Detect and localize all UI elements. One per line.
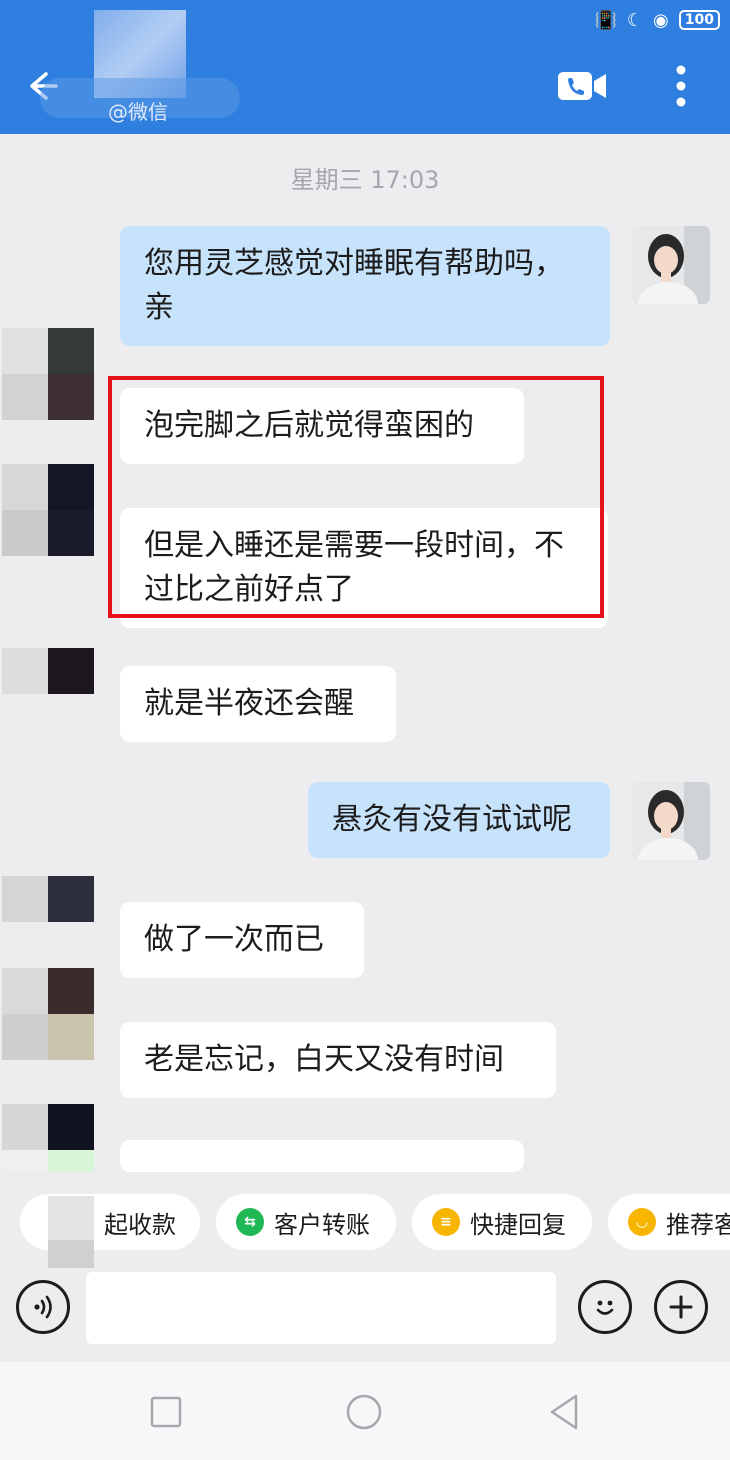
message-text: 悬灸有没有试试呢 bbox=[332, 802, 572, 837]
quick-reply-icon: ≡ bbox=[432, 1208, 460, 1236]
contact-source-label: @微信 bbox=[108, 100, 168, 124]
self-avatar[interactable] bbox=[632, 226, 710, 304]
moon-icon: ☾ bbox=[626, 9, 644, 31]
chip-label: 起收款 bbox=[104, 1210, 176, 1239]
message-timestamp: 星期三 17:03 bbox=[290, 166, 440, 194]
contact-avatar-pixelated[interactable] bbox=[2, 1104, 94, 1172]
chip-label: 客户转账 bbox=[274, 1210, 370, 1239]
contact-avatar-pixelated[interactable] bbox=[2, 648, 94, 694]
incoming-message[interactable]: 老是忘记，白天又没有时间 bbox=[120, 1022, 556, 1098]
contact-avatar-pixelated[interactable] bbox=[2, 876, 94, 922]
more-functions-button[interactable] bbox=[654, 1280, 708, 1334]
system-navigation-bar bbox=[0, 1362, 730, 1460]
message-text: 就是半夜还会醒 bbox=[144, 686, 354, 721]
chip-label: 推荐客 bbox=[666, 1210, 730, 1239]
incoming-message[interactable]: 就是半夜还会醒 bbox=[120, 666, 396, 742]
plus-icon bbox=[669, 1295, 693, 1319]
highlight-annotation-box bbox=[108, 376, 604, 618]
payment-chip[interactable]: 起收款 bbox=[20, 1194, 200, 1250]
vibrate-icon: 📳 bbox=[594, 9, 617, 31]
recommend-icon: ◡ bbox=[628, 1208, 656, 1236]
voice-input-button[interactable] bbox=[16, 1280, 70, 1334]
more-options-icon[interactable] bbox=[666, 62, 696, 110]
message-text: 做了一次而已 bbox=[144, 922, 324, 957]
chat-header: 📳 ☾ ◉ 100 @微信 bbox=[0, 0, 730, 134]
home-icon[interactable] bbox=[344, 1392, 384, 1432]
contact-avatar-pixelated[interactable] bbox=[2, 328, 94, 420]
back-triangle-icon[interactable] bbox=[544, 1392, 584, 1432]
transfer-icon: ⇆ bbox=[236, 1208, 264, 1236]
quick-reply-chip[interactable]: ≡ 快捷回复 bbox=[412, 1194, 592, 1250]
chip-label: 快捷回复 bbox=[470, 1210, 566, 1239]
outgoing-message[interactable]: 悬灸有没有试试呢 bbox=[308, 782, 610, 858]
contact-avatar-pixelated[interactable] bbox=[2, 464, 94, 556]
recommend-chip[interactable]: ◡ 推荐客 bbox=[608, 1194, 730, 1250]
recents-icon[interactable] bbox=[146, 1392, 186, 1432]
lock-rotation-icon: ◉ bbox=[653, 9, 669, 31]
message-text: 老是忘记，白天又没有时间 bbox=[144, 1042, 504, 1077]
battery-indicator: 100 bbox=[678, 10, 720, 30]
message-input-row bbox=[0, 1268, 730, 1360]
contact-avatar-pixelated[interactable] bbox=[2, 968, 94, 1060]
message-input[interactable] bbox=[86, 1272, 556, 1344]
emoji-button[interactable] bbox=[578, 1280, 632, 1334]
video-call-icon[interactable] bbox=[556, 68, 608, 104]
quick-action-bar: 起收款 ⇆ 客户转账 ≡ 快捷回复 ◡ 推荐客 bbox=[0, 1172, 730, 1268]
outgoing-message[interactable]: 您用灵芝感觉对睡眠有帮助吗，亲 bbox=[120, 226, 610, 346]
incoming-message-partial[interactable] bbox=[120, 1140, 524, 1172]
voice-icon bbox=[34, 1295, 52, 1319]
self-avatar[interactable] bbox=[632, 782, 710, 860]
smiley-icon bbox=[596, 1300, 614, 1315]
incoming-message[interactable]: 做了一次而已 bbox=[120, 902, 364, 978]
status-bar: 📳 ☾ ◉ 100 bbox=[594, 8, 720, 32]
message-text: 您用灵芝感觉对睡眠有帮助吗，亲 bbox=[144, 246, 564, 325]
customer-transfer-chip[interactable]: ⇆ 客户转账 bbox=[216, 1194, 396, 1250]
